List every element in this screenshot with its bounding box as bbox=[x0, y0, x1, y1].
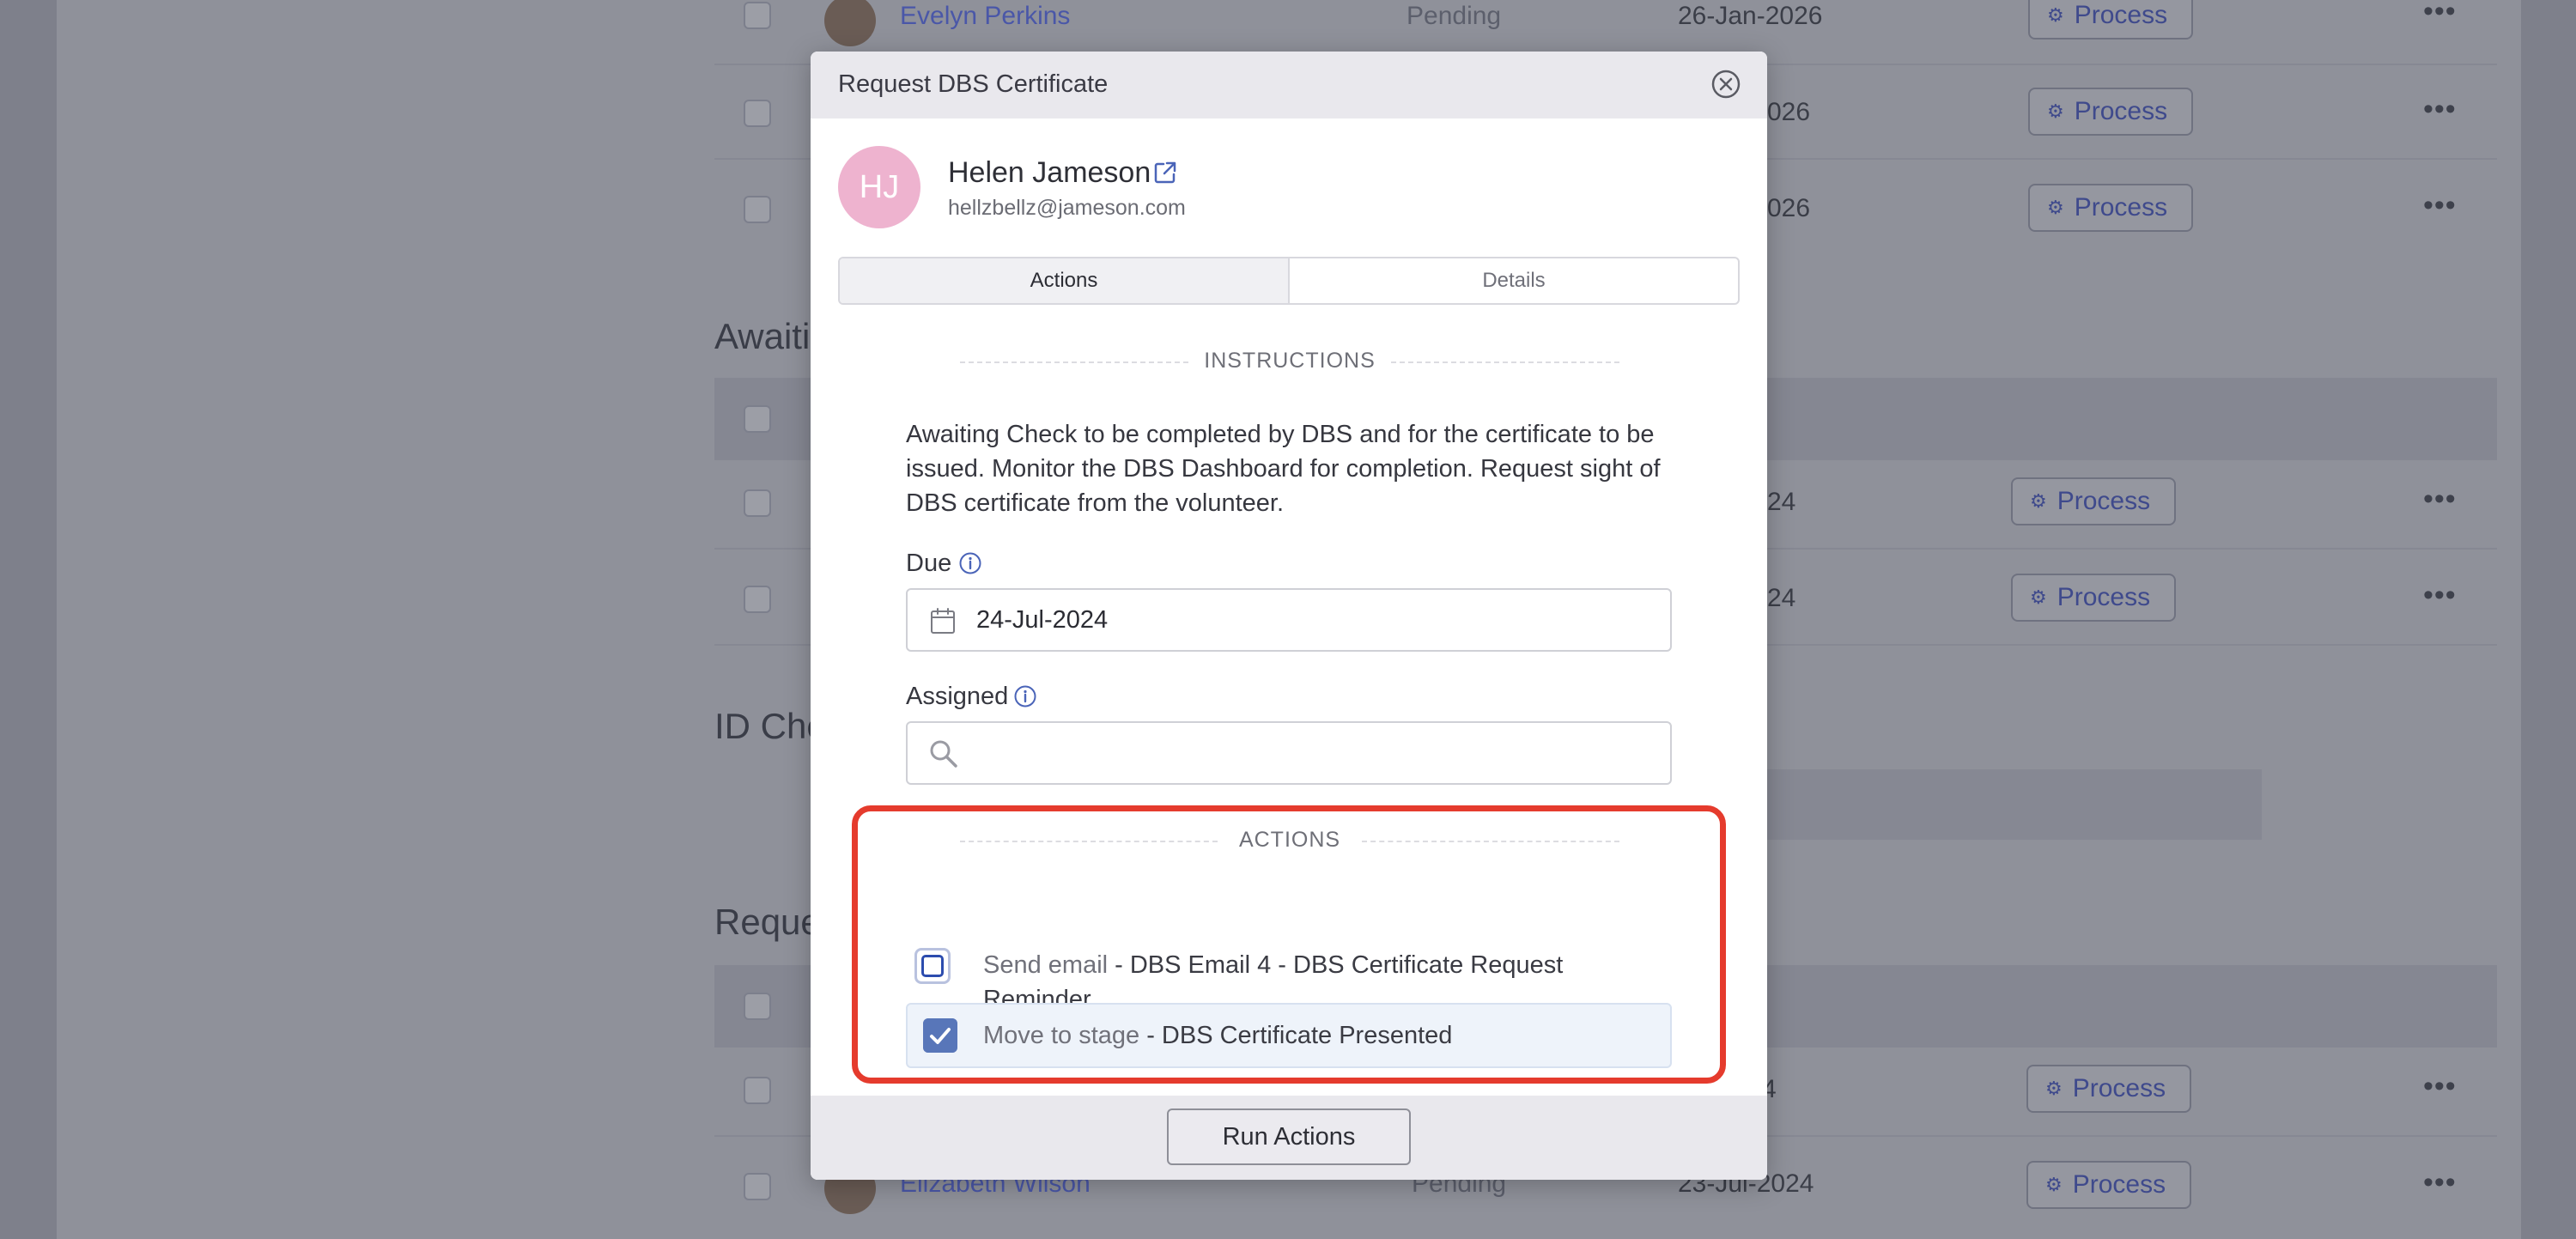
run-actions-button[interactable]: Run Actions bbox=[1167, 1108, 1411, 1165]
actions-heading: ACTIONS bbox=[1238, 828, 1341, 852]
process-button[interactable]: ⚙ Process bbox=[2011, 574, 2177, 622]
close-icon[interactable] bbox=[1710, 69, 1741, 100]
more-icon[interactable]: ••• bbox=[2423, 1166, 2457, 1200]
modal-footer: Run Actions bbox=[811, 1096, 1767, 1180]
tab-bar: Actions Details bbox=[838, 257, 1740, 305]
process-icon: ⚙ bbox=[2045, 1078, 2063, 1099]
move-stage-checkbox[interactable] bbox=[923, 1018, 957, 1053]
process-icon: ⚙ bbox=[2030, 490, 2047, 512]
process-button[interactable]: ⚙ Process bbox=[2028, 0, 2194, 39]
due-label: Due bbox=[906, 550, 952, 577]
section-title: Awaiti bbox=[714, 316, 811, 356]
search-icon bbox=[930, 740, 957, 768]
request-dbs-modal: Request DBS Certificate HJ Helen Jameson… bbox=[811, 52, 1767, 1180]
process-button[interactable]: ⚙ Process bbox=[2011, 477, 2177, 525]
actions-divider: ACTIONS bbox=[960, 828, 1619, 853]
modal-title: Request DBS Certificate bbox=[838, 70, 1109, 98]
tab-details[interactable]: Details bbox=[1290, 258, 1738, 303]
assigned-field bbox=[906, 721, 1672, 785]
process-button[interactable]: ⚙ Process bbox=[2026, 1065, 2192, 1113]
row-checkbox[interactable] bbox=[744, 586, 771, 613]
more-icon[interactable]: ••• bbox=[2423, 189, 2457, 222]
assigned-label: Assigned bbox=[906, 683, 1009, 710]
action-move-to-stage: Move to stage - DBS Certificate Presente… bbox=[906, 1003, 1672, 1068]
process-icon: ⚙ bbox=[2045, 1174, 2063, 1195]
row-date: 24 bbox=[1767, 584, 1796, 612]
row-date: 26-Jan-2026 bbox=[1678, 2, 1823, 30]
person-name: Helen Jameson bbox=[948, 156, 1151, 189]
instructions-heading: INSTRUCTIONS bbox=[1204, 349, 1376, 373]
row-status: Pending bbox=[1406, 2, 1502, 30]
row-date: 026 bbox=[1767, 98, 1811, 126]
process-icon: ⚙ bbox=[2047, 4, 2064, 26]
process-button[interactable]: ⚙ Process bbox=[2028, 88, 2194, 136]
row-name[interactable]: Evelyn Perkins bbox=[900, 2, 1070, 31]
row-date: 24 bbox=[1767, 488, 1796, 516]
process-button[interactable]: ⚙ Process bbox=[2026, 1161, 2192, 1209]
more-icon[interactable]: ••• bbox=[2423, 0, 2457, 28]
avatar bbox=[824, 0, 876, 46]
instructions-text: Awaiting Check to be completed by DBS an… bbox=[906, 421, 1661, 517]
row-checkbox[interactable] bbox=[744, 489, 771, 517]
due-date-value: 24-Jul-2024 bbox=[976, 606, 1109, 634]
row-checkbox[interactable] bbox=[744, 1077, 771, 1104]
more-icon[interactable]: ••• bbox=[2423, 579, 2457, 612]
row-date: 026 bbox=[1767, 194, 1811, 222]
person-email: hellzbellz@jameson.com bbox=[948, 196, 1186, 220]
more-icon[interactable]: ••• bbox=[2423, 93, 2457, 126]
tab-actions[interactable]: Actions bbox=[840, 258, 1290, 303]
instructions-divider: INSTRUCTIONS bbox=[960, 349, 1619, 374]
info-icon[interactable] bbox=[958, 551, 982, 575]
action-label: Move to stage - DBS Certificate Presente… bbox=[983, 1022, 1453, 1049]
row-checkbox[interactable] bbox=[744, 2, 771, 29]
send-email-checkbox[interactable] bbox=[914, 948, 951, 984]
avatar: HJ bbox=[838, 146, 920, 228]
more-icon[interactable]: ••• bbox=[2423, 483, 2457, 516]
external-link-icon[interactable] bbox=[1152, 160, 1178, 185]
select-all-checkbox[interactable] bbox=[744, 993, 771, 1020]
process-icon: ⚙ bbox=[2047, 100, 2064, 122]
process-icon: ⚙ bbox=[2030, 586, 2047, 608]
assigned-search-input[interactable] bbox=[976, 732, 1658, 776]
process-button[interactable]: ⚙ Process bbox=[2028, 184, 2194, 232]
calendar-icon bbox=[931, 608, 955, 634]
row-checkbox[interactable] bbox=[744, 196, 771, 223]
due-date-field[interactable]: 24-Jul-2024 bbox=[906, 588, 1672, 652]
row-checkbox[interactable] bbox=[744, 100, 771, 127]
more-icon[interactable]: ••• bbox=[2423, 1070, 2457, 1103]
modal-header: Request DBS Certificate bbox=[811, 52, 1767, 118]
process-icon: ⚙ bbox=[2047, 197, 2064, 218]
row-checkbox[interactable] bbox=[744, 1173, 771, 1200]
select-all-checkbox[interactable] bbox=[744, 405, 771, 433]
section-title: Reque bbox=[714, 902, 821, 942]
info-icon[interactable] bbox=[1013, 684, 1037, 708]
